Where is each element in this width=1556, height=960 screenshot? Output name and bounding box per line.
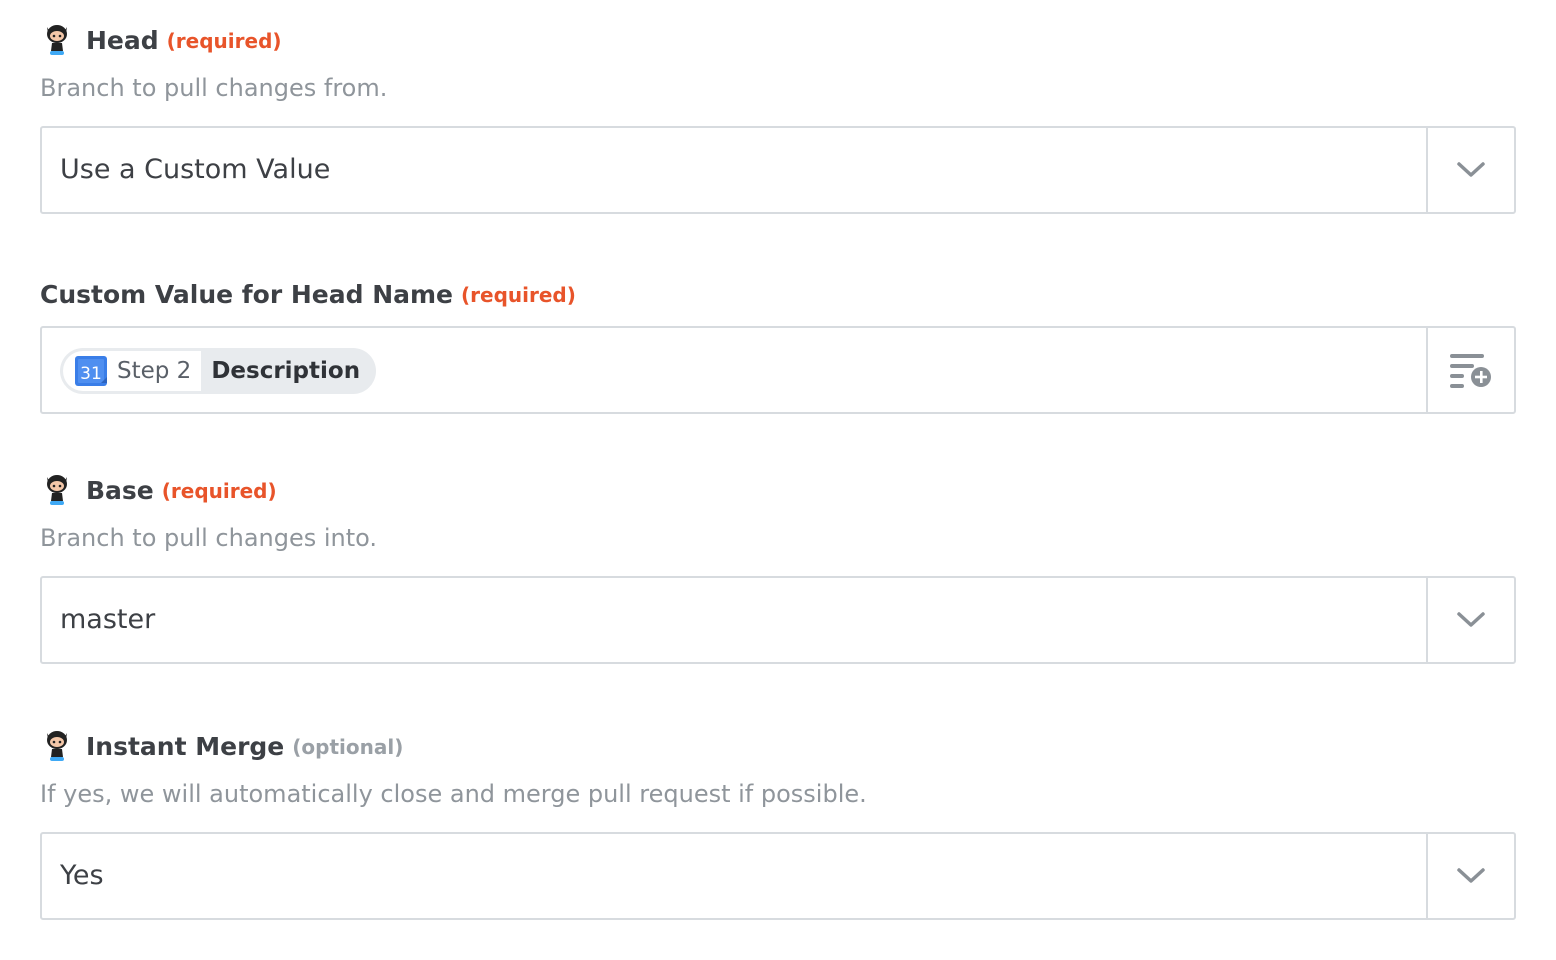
- chevron-down-icon: [1457, 612, 1485, 627]
- token-field-label: Description: [211, 358, 361, 384]
- field-label-row: Base (required): [40, 470, 1516, 510]
- instant-merge-select[interactable]: Yes: [40, 832, 1516, 920]
- github-octocat-icon: [47, 731, 67, 761]
- insert-data-icon: [1450, 354, 1491, 388]
- field-help-text: Branch to pull changes into.: [40, 524, 378, 552]
- field-label: Instant Merge: [86, 731, 285, 761]
- optional-badge: (optional): [292, 735, 404, 759]
- google-calendar-icon: 31: [75, 356, 107, 386]
- chevron-down-icon: [1457, 162, 1485, 177]
- required-badge: (required): [161, 479, 277, 503]
- select-value: master: [60, 604, 156, 635]
- custom-head-input[interactable]: 31 Step 2 Description: [40, 326, 1516, 414]
- required-badge: (required): [166, 29, 282, 53]
- field-instant-merge: Instant Merge (optional) If yes, we will…: [40, 726, 1516, 920]
- field-custom-head-name: Custom Value for Head Name (required) 31…: [40, 274, 1516, 414]
- select-value: Use a Custom Value: [60, 154, 331, 185]
- github-octocat-icon: [47, 475, 67, 505]
- dropdown-toggle-button[interactable]: [1426, 128, 1514, 212]
- head-select[interactable]: Use a Custom Value: [40, 126, 1516, 214]
- field-base: Base (required) Branch to pull changes i…: [40, 470, 1516, 664]
- chevron-down-icon: [1457, 868, 1485, 883]
- token-step: 31 Step 2: [63, 351, 202, 391]
- field-label: Custom Value for Head Name: [40, 279, 454, 309]
- field-label: Head: [86, 25, 159, 55]
- calendar-day-text: 31: [80, 364, 102, 384]
- field-help-text: Branch to pull changes from.: [40, 74, 388, 102]
- field-help-text: If yes, we will automatically close and …: [40, 780, 867, 808]
- github-octocat-icon: [47, 25, 67, 55]
- field-head: Head (required) Branch to pull changes f…: [40, 20, 1516, 214]
- field-label-row: Instant Merge (optional): [40, 726, 1516, 766]
- dropdown-toggle-button[interactable]: [1426, 834, 1514, 918]
- mapped-field-token[interactable]: 31 Step 2 Description: [60, 348, 377, 394]
- field-label-row: Custom Value for Head Name (required): [40, 274, 1516, 314]
- field-label-row: Head (required): [40, 20, 1516, 60]
- select-value: Yes: [60, 860, 104, 891]
- base-select[interactable]: master: [40, 576, 1516, 664]
- dropdown-toggle-button[interactable]: [1426, 578, 1514, 662]
- insert-data-button[interactable]: [1426, 328, 1514, 412]
- required-badge: (required): [461, 283, 576, 307]
- token-step-label: Step 2: [117, 358, 192, 384]
- field-label: Base: [86, 475, 154, 505]
